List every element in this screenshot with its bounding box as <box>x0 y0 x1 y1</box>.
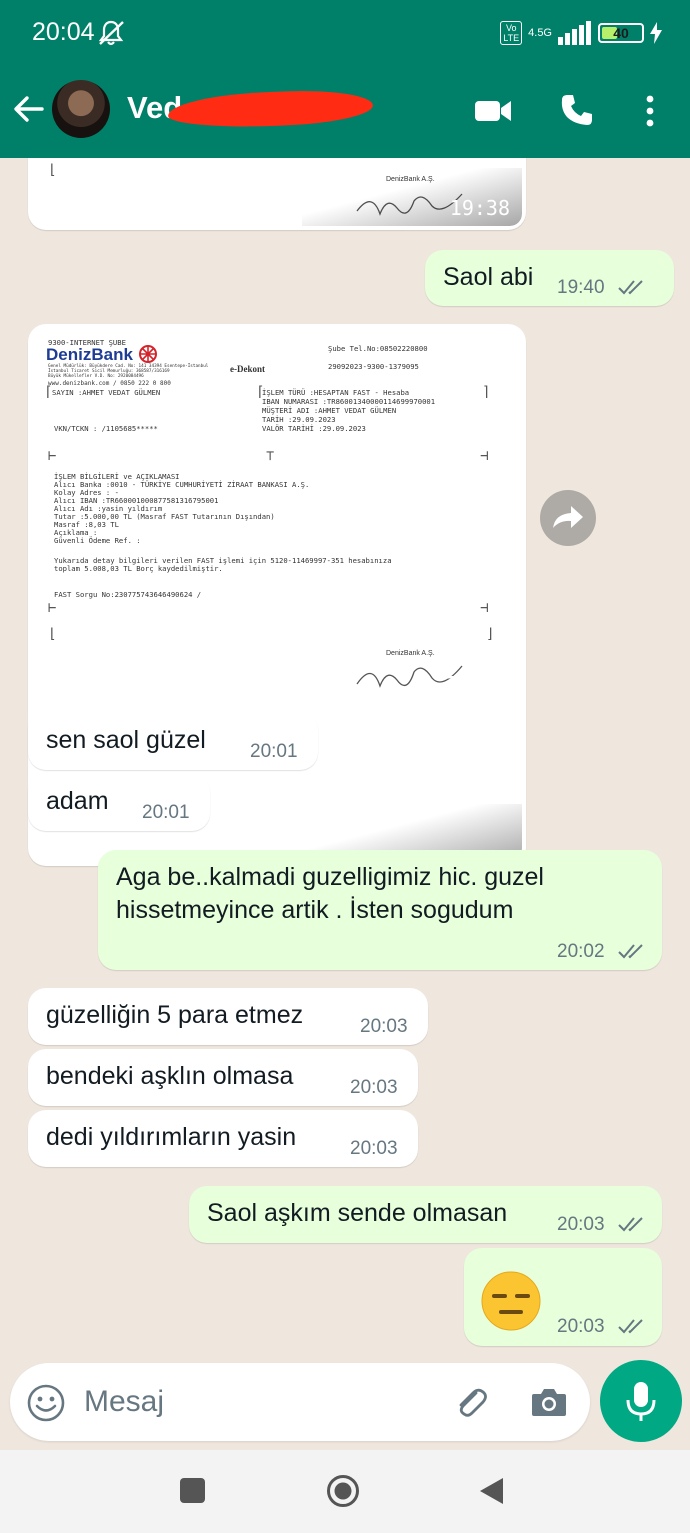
double-check-icon <box>618 1217 643 1232</box>
double-check-icon <box>618 280 643 295</box>
message-time: 20:02 <box>557 941 605 962</box>
message-time: 20:01 <box>142 802 190 823</box>
double-check-icon <box>618 1319 643 1334</box>
image-message[interactable]: ⌊ DenizBank A.Ş. 19:38 <box>28 158 526 230</box>
nav-back-icon[interactable] <box>478 1476 506 1506</box>
detail-line: Güvenli Ödeme Ref. : <box>54 536 141 545</box>
status-indicators: Vo LTE 4.5G 40 <box>500 18 662 48</box>
message-text: Saol aşkım sende olmasan <box>207 1199 508 1227</box>
bank-address: Büyük Mükellefler V.D. No: 2920084496 <box>48 374 144 379</box>
home-icon[interactable] <box>326 1474 360 1508</box>
corner-mark: ⌋ <box>486 626 495 642</box>
message-time: 20:03 <box>350 1138 398 1159</box>
message-text: adam <box>46 787 109 815</box>
bank-web: www.denizbank.com / 0850 222 0 800 <box>48 380 171 387</box>
outgoing-message[interactable]: Aga be..kalmadi guzelligimiz hic. guzel … <box>98 850 662 970</box>
message-time: 20:03 <box>557 1316 605 1337</box>
incoming-message[interactable]: adam 20:01 <box>28 774 210 831</box>
chat-messages[interactable]: ⌊ DenizBank A.Ş. 19:38 Saol abi 19:40 93… <box>0 158 690 1348</box>
message-input[interactable] <box>84 1381 424 1423</box>
message-text: güzelliğin 5 para etmez <box>46 1001 304 1029</box>
incoming-message[interactable]: güzelliğin 5 para etmez 20:03 <box>28 988 428 1045</box>
summary-line: toplam 5.008,03 TL Borç kaydedilmiştir. <box>54 564 223 573</box>
charging-icon <box>650 22 662 44</box>
double-check-icon <box>618 944 643 959</box>
corner-mark: ⊣ <box>480 448 489 464</box>
voice-message-button[interactable] <box>600 1360 682 1442</box>
receipt-field: MÜŞTERİ ADI :AHMET VEDAT GÜLMEN <box>262 406 397 415</box>
status-time: 20:04 <box>32 18 95 46</box>
volte-icon: Vo LTE <box>500 21 523 45</box>
receipt-field: VALÖR TARİHİ :29.09.2023 <box>262 424 366 433</box>
receipt-field: TARİH :29.09.2023 <box>262 415 336 424</box>
corner-mark: ⌈ <box>44 384 53 400</box>
recent-apps-icon[interactable] <box>180 1478 205 1503</box>
receipt-image-partial[interactable]: ⌊ DenizBank A.Ş. 19:38 <box>32 158 522 226</box>
notifications-muted-icon <box>98 20 124 46</box>
corner-mark: ⊢ <box>48 448 57 464</box>
message-time: 20:03 <box>557 1214 605 1235</box>
message-text: sen saol güzel <box>46 726 206 754</box>
emoji-icon[interactable] <box>26 1383 66 1423</box>
video-call-icon[interactable] <box>474 96 512 126</box>
message-time: 19:38 <box>449 196 510 220</box>
bank-logo-text: DenizBank <box>46 345 133 364</box>
incoming-message[interactable]: dedi yıldırımların yasin 20:03 <box>28 1110 418 1167</box>
outgoing-message[interactable]: Saol abi 19:40 <box>425 250 674 306</box>
doc-title: e-Dekont <box>230 364 265 374</box>
incoming-message[interactable]: sen saol güzel 20:01 <box>28 712 318 770</box>
message-text-line: hissetmeyince artik . İsten sogudum <box>116 896 514 924</box>
status-bar: 20:04 Vo LTE 4.5G 40 <box>0 0 690 66</box>
fast-query: FAST Sorgu No:230775743646490624 / <box>54 590 202 599</box>
corner-mark: ⌈ <box>256 384 265 400</box>
contact-avatar[interactable] <box>52 80 110 138</box>
battery-level: 40 <box>613 25 629 41</box>
redaction-scribble <box>167 88 374 130</box>
message-time: 19:40 <box>445 672 506 696</box>
forward-button[interactable] <box>540 490 596 546</box>
expressionless-face-icon <box>481 1271 541 1331</box>
message-text-line: Aga be..kalmadi guzelligimiz hic. guzel <box>116 863 544 891</box>
outgoing-message[interactable]: 20:03 <box>464 1248 662 1346</box>
corner-mark: ⌉ <box>482 384 491 400</box>
chat-header: Ved <box>0 66 690 158</box>
phone-icon[interactable] <box>560 93 594 127</box>
mic-icon <box>626 1382 656 1421</box>
corner-mark: ⌊ <box>48 162 57 178</box>
receipt-field: IBAN NUMARASI :TR86001340000114699970001 <box>262 397 436 406</box>
more-vertical-icon[interactable] <box>640 94 660 128</box>
branch-tel: Şube Tel.No:08502220800 <box>328 344 428 353</box>
doc-number: 29092023-9300-1379095 <box>328 362 419 371</box>
incoming-message[interactable]: bendeki aşklın olmasa 20:03 <box>28 1049 418 1106</box>
message-time: 20:01 <box>250 741 298 762</box>
message-time: 20:03 <box>350 1077 398 1098</box>
message-text: bendeki aşklın olmasa <box>46 1062 294 1090</box>
attach-icon[interactable] <box>452 1383 490 1421</box>
battery-icon: 40 <box>598 23 644 43</box>
corner-mark: ⊤ <box>266 448 275 464</box>
system-nav-bar <box>0 1450 690 1533</box>
corner-mark: ⌊ <box>48 626 57 642</box>
back-arrow-icon[interactable] <box>12 92 46 126</box>
network-type-label: 4.5G <box>528 26 552 39</box>
camera-icon[interactable] <box>530 1383 568 1421</box>
customer-line: SAYIN :AHMET VEDAT GÜLMEN <box>52 388 161 397</box>
bank-logo-icon <box>139 345 157 363</box>
message-time: 19:40 <box>557 277 605 298</box>
message-composer <box>10 1363 590 1441</box>
tax-id-line: VKN/TCKN : /1105685***** <box>54 424 158 433</box>
message-text: Saol abi <box>443 263 534 291</box>
outgoing-message[interactable]: Saol aşkım sende olmasan 20:03 <box>189 1186 662 1243</box>
receipt-field: İŞLEM TÜRÜ :HESAPTAN FAST - Hesaba <box>262 388 410 397</box>
forward-icon <box>553 506 583 528</box>
signal-icon <box>558 21 591 45</box>
corner-mark: ⊢ <box>48 600 57 616</box>
corner-mark: ⊣ <box>480 600 489 616</box>
message-text: dedi yıldırımların yasin <box>46 1123 297 1151</box>
message-time: 20:03 <box>360 1016 408 1037</box>
